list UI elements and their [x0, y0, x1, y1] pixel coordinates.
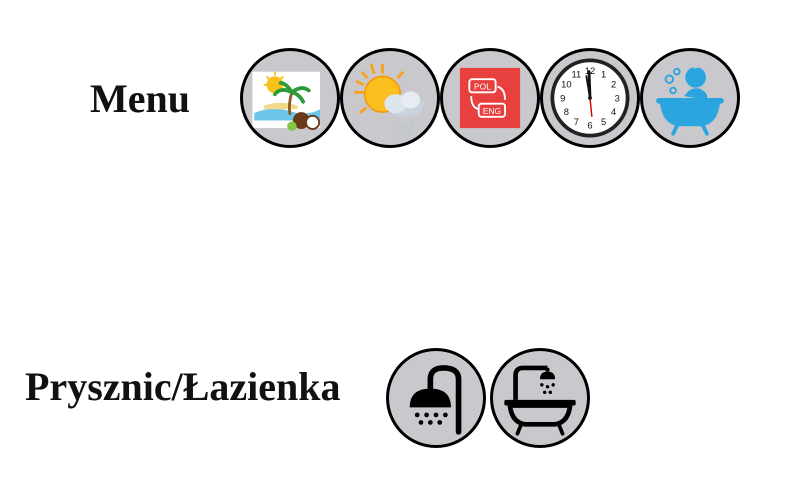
menu-icon-row: POL ENG 12 1 2 3 4 5 6 7 8 9 10 11 [240, 48, 744, 152]
clock-numeral: 1 [601, 69, 606, 80]
clock-numeral: 11 [572, 69, 582, 80]
shower-item-bathtub[interactable] [490, 348, 590, 448]
language-from-text: POL [474, 82, 491, 92]
weather-icon [354, 63, 424, 136]
beach-vacation-icon [252, 71, 321, 131]
menu-item-clock[interactable]: 12 1 2 3 4 5 6 7 8 9 10 11 [540, 48, 640, 148]
clock-numeral: 8 [564, 106, 569, 117]
clock-icon: 12 1234567891011 [550, 58, 630, 138]
clock-numeral: 3 [615, 92, 620, 103]
menu-item-weather[interactable] [340, 48, 440, 148]
clock-numeral: 10 [561, 79, 571, 90]
menu-title: Menu [90, 76, 190, 121]
menu-item-baby-bath[interactable] [640, 48, 740, 148]
clock-numeral: 4 [611, 106, 616, 117]
clock-numeral: 6 [587, 120, 592, 131]
menu-item-language[interactable]: POL ENG [440, 48, 540, 148]
clock-numeral: 9 [560, 92, 565, 103]
bathtub-icon [504, 365, 576, 436]
language-switch-icon: POL ENG [459, 67, 521, 129]
clock-numeral: 2 [611, 79, 616, 90]
shower-icon-row [386, 348, 594, 452]
language-to-text: ENG [483, 106, 501, 116]
clock-numeral: 7 [574, 116, 579, 127]
clock-numeral: 5 [601, 116, 606, 127]
shower-bathroom-title: Prysznic/Łazienka [25, 364, 341, 409]
menu-item-beach[interactable] [240, 48, 340, 148]
baby-bath-icon [656, 65, 724, 136]
shower-icon [409, 365, 462, 435]
shower-item-shower[interactable] [386, 348, 486, 448]
